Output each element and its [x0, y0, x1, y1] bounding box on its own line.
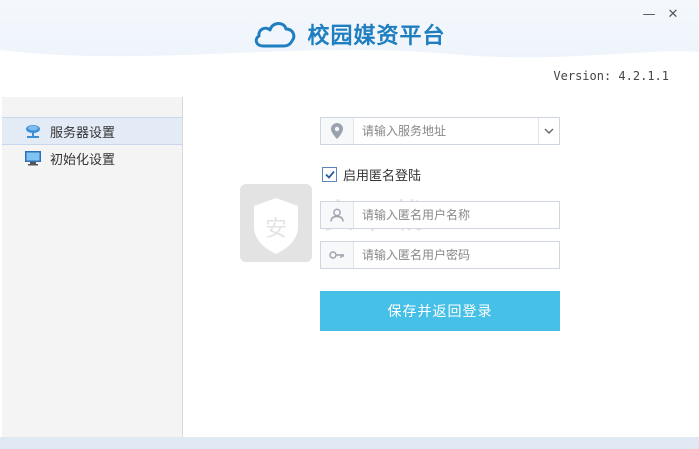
location-pin-icon — [321, 118, 354, 144]
anonymous-login-label: 启用匿名登陆 — [343, 169, 422, 184]
title-area: 校园媒资平台 — [0, 18, 699, 50]
anonymous-login-option[interactable]: 启用匿名登陆 — [322, 165, 421, 184]
server-network-icon — [26, 125, 40, 138]
server-address-field — [320, 117, 560, 145]
version-label: Version: 4.2.1.1 — [553, 69, 669, 83]
sidebar-item-server-settings[interactable]: 服务器设置 — [2, 117, 182, 145]
anonymous-login-checkbox[interactable] — [322, 167, 337, 182]
checkmark-icon — [324, 170, 335, 179]
server-address-input[interactable] — [354, 118, 538, 144]
svg-text:安: 安 — [265, 217, 287, 242]
app-title: 校园媒资平台 — [307, 24, 446, 49]
chevron-down-icon — [544, 128, 554, 134]
cloud-logo-icon — [255, 22, 296, 48]
minimize-button[interactable]: — — [638, 6, 660, 24]
username-input[interactable] — [354, 202, 559, 228]
close-button[interactable]: ✕ — [662, 6, 684, 24]
bottom-bar — [0, 437, 699, 449]
header-bar: 校园媒资平台 — ✕ — [0, 0, 699, 64]
monitor-icon — [25, 151, 41, 166]
sidebar-item-label: 服务器设置 — [50, 125, 116, 141]
sidebar: 服务器设置 初始化设置 — [2, 97, 183, 437]
sidebar-item-init-settings[interactable]: 初始化设置 — [2, 145, 182, 171]
username-field — [320, 201, 560, 229]
user-icon — [321, 202, 354, 228]
password-input[interactable] — [354, 242, 559, 268]
password-field — [320, 241, 560, 269]
key-icon — [321, 242, 354, 268]
save-and-return-button[interactable]: 保存并返回登录 — [320, 291, 560, 331]
sidebar-item-label: 初始化设置 — [50, 152, 116, 168]
server-address-dropdown-button[interactable] — [538, 118, 559, 144]
